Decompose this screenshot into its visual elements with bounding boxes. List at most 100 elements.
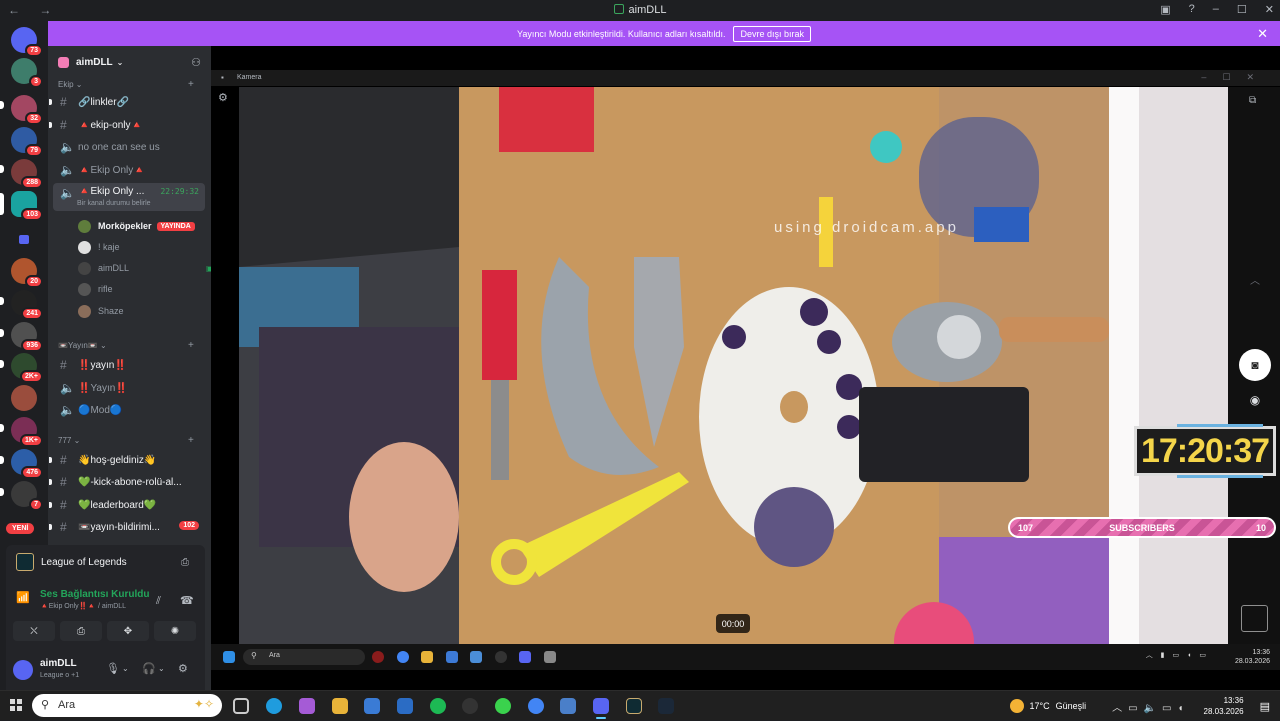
chevron-up-icon[interactable]: ︿ <box>1250 272 1260 287</box>
category-777[interactable]: 777 ⌄ + <box>58 435 194 446</box>
voice-connection-status[interactable]: 📶 Ses Bağlantısı Kuruldu 🔺Ekip Only‼️🔺 /… <box>16 589 149 610</box>
category-yayin[interactable]: 📼Yayın📼 ⌄ + <box>58 340 194 351</box>
disconnect-icon[interactable]: ☎ <box>180 594 194 607</box>
disable-streamer-mode-button[interactable]: Devre dışı bırak <box>733 25 811 42</box>
file-explorer-icon[interactable] <box>332 698 348 714</box>
server-icon[interactable]: 32 <box>11 95 43 125</box>
server-icon[interactable]: 936 <box>11 322 43 352</box>
edge-icon[interactable] <box>266 698 282 714</box>
channel-status-prompt[interactable]: Bir kanal durumu belirle <box>77 200 151 207</box>
camera-window-controls[interactable]: –☐✕ <box>1201 72 1270 83</box>
add-channel-icon[interactable]: + <box>188 435 194 446</box>
taskbar-clock[interactable]: 13:36 28.03.2026 <box>1204 695 1244 717</box>
voice-channel-mod[interactable]: 🔈 🔵Mod🔵 <box>53 400 205 420</box>
add-channel-icon[interactable]: + <box>188 340 194 351</box>
discord-icon <box>519 651 531 663</box>
settings-gear-icon[interactable]: ⚙ <box>218 91 228 104</box>
voice-user[interactable]: aimDLL ▣ <box>78 259 214 277</box>
screen-share-button[interactable]: ⎙ <box>60 621 102 641</box>
close-button[interactable]: ✕ <box>1265 3 1274 16</box>
server-icon[interactable]: 20 <box>11 258 43 288</box>
channel-hos-geldiniz[interactable]: # 👋hoş-geldiniz👋 <box>49 450 205 470</box>
noise-suppression-icon[interactable]: ⫽ <box>156 595 161 608</box>
popout-icon[interactable]: ⧉ <box>1249 95 1256 106</box>
taskbar-search-box[interactable]: ⚲ Ara ✦✧ <box>32 694 222 717</box>
headphones-icon[interactable]: 🎧 <box>142 662 156 675</box>
copilot-icon[interactable] <box>299 698 315 714</box>
chrome-icon[interactable] <box>528 698 544 714</box>
windows-taskbar: ⚲ Ara ✦✧ 17°C Güneşli ︿▭🔈▭◖ 13:36 28.03.20… <box>0 690 1280 720</box>
discord-icon[interactable] <box>593 698 609 719</box>
league-of-legends-icon[interactable] <box>626 698 642 714</box>
category-ekip[interactable]: Ekip ⌄ + <box>58 79 194 90</box>
server-tag-icon <box>58 56 69 68</box>
channel-yayin-bildirimi[interactable]: # 📼yayın-bildirimi... 102 <box>49 517 205 537</box>
voice-user[interactable]: ! kaje <box>78 238 120 256</box>
camera-off-button[interactable]: ⛌ <box>13 621 55 641</box>
minimize-button[interactable]: – <box>1213 3 1219 16</box>
avatar[interactable] <box>13 660 33 680</box>
voice-user[interactable]: Morköpekler YAYINDA <box>78 217 195 235</box>
server-icon[interactable]: 241 <box>11 290 43 320</box>
app-icon[interactable] <box>495 698 511 714</box>
notification-icon[interactable]: ▤ <box>1260 700 1270 713</box>
voice-channel-yayin[interactable]: 🔈 ‼️Yayın‼️ <box>53 378 205 398</box>
speaker-icon: 🔈 <box>60 403 75 417</box>
steam-icon[interactable] <box>658 698 674 714</box>
app-icon[interactable] <box>397 698 413 714</box>
microsoft-store-icon[interactable] <box>364 698 380 714</box>
channel-kick-abone[interactable]: # 💚-kick-abone-rolü-al... <box>49 472 205 492</box>
text-channel-icon: # <box>60 453 67 467</box>
voice-user[interactable]: rifle <box>78 280 113 298</box>
new-servers-badge[interactable]: YENİ <box>6 523 35 534</box>
windows-start-button[interactable] <box>10 699 22 711</box>
obs-icon[interactable] <box>462 698 478 714</box>
voice-channel-active[interactable]: 🔈 🔺Ekip Only ... 22:29:32 Bir kanal durum… <box>53 183 205 211</box>
server-icon[interactable]: 288 <box>11 159 43 189</box>
settings-gear-icon[interactable]: ⚙ <box>178 662 188 675</box>
voice-channel-ekip-only[interactable]: 🔈 🔺Ekip Only🔺 <box>53 160 205 180</box>
voice-user[interactable]: Shaze <box>78 302 124 320</box>
server-icon[interactable]: 476 <box>11 449 43 479</box>
add-member-icon[interactable]: ⚇ <box>191 56 201 69</box>
avatar <box>78 282 91 296</box>
activity-row[interactable]: League of Legends ⎙ <box>16 553 189 571</box>
camera-toggle-button[interactable]: ◙ <box>1239 349 1271 381</box>
server-icon[interactable]: 1K+ <box>11 417 43 447</box>
help-icon[interactable]: ? <box>1189 3 1195 16</box>
maximize-button[interactable]: ☐ <box>1237 3 1247 16</box>
banner-text: Yayıncı Modu etkinleştirildi. Kullanıcı … <box>517 28 726 39</box>
app-icon[interactable] <box>560 698 576 714</box>
tray-icons[interactable]: ︿▭🔈▭◖ <box>1112 699 1189 714</box>
add-channel-icon[interactable]: + <box>188 79 194 90</box>
chevron-down-icon[interactable]: ⌄ <box>158 664 165 673</box>
channel-label: 🔺ekip-only🔺 <box>78 119 143 131</box>
soundboard-button[interactable]: ✺ <box>154 621 196 641</box>
channel-yayin[interactable]: # ‼️yayın‼️ <box>53 355 205 375</box>
user-name[interactable]: aimDLL <box>40 658 77 669</box>
server-icon[interactable]: 79 <box>11 127 43 157</box>
task-view-icon[interactable] <box>233 698 249 714</box>
chevron-down-icon[interactable]: ⌄ <box>122 664 129 673</box>
screen-share-icon[interactable]: ⎙ <box>181 557 189 568</box>
direct-messages-button[interactable]: 73 <box>11 27 43 57</box>
server-icon-selected[interactable]: 103 <box>11 191 43 221</box>
server-icon[interactable]: 3 <box>11 58 43 88</box>
voice-channel-no-one[interactable]: 🔈 no one can see us <box>53 137 205 157</box>
weather-widget[interactable]: 17°C Güneşli <box>1009 699 1086 713</box>
server-icon[interactable]: 7 <box>11 481 43 511</box>
snapshot-icon[interactable]: ◉ <box>1239 384 1271 416</box>
server-icon[interactable] <box>11 385 37 411</box>
close-icon[interactable]: ✕ <box>1257 26 1268 42</box>
channel-leaderboard[interactable]: # 💚leaderboard💚 <box>49 495 205 515</box>
fullscreen-button[interactable] <box>1241 605 1268 632</box>
channel-ekip-only[interactable]: # 🔺ekip-only🔺 <box>49 115 205 135</box>
server-icon[interactable]: 2K+ <box>11 353 43 383</box>
spotify-icon[interactable] <box>430 698 446 714</box>
activities-button[interactable]: ✥ <box>107 621 149 641</box>
server-header[interactable]: aimDLL ⌄ ⚇ <box>48 46 211 78</box>
inbox-icon[interactable]: ▣ <box>1160 3 1170 16</box>
microphone-icon[interactable]: 🎙 <box>106 662 120 675</box>
channel-linkler[interactable]: # 🔗linkler🔗 <box>49 92 205 112</box>
folder-icon[interactable] <box>11 226 37 252</box>
